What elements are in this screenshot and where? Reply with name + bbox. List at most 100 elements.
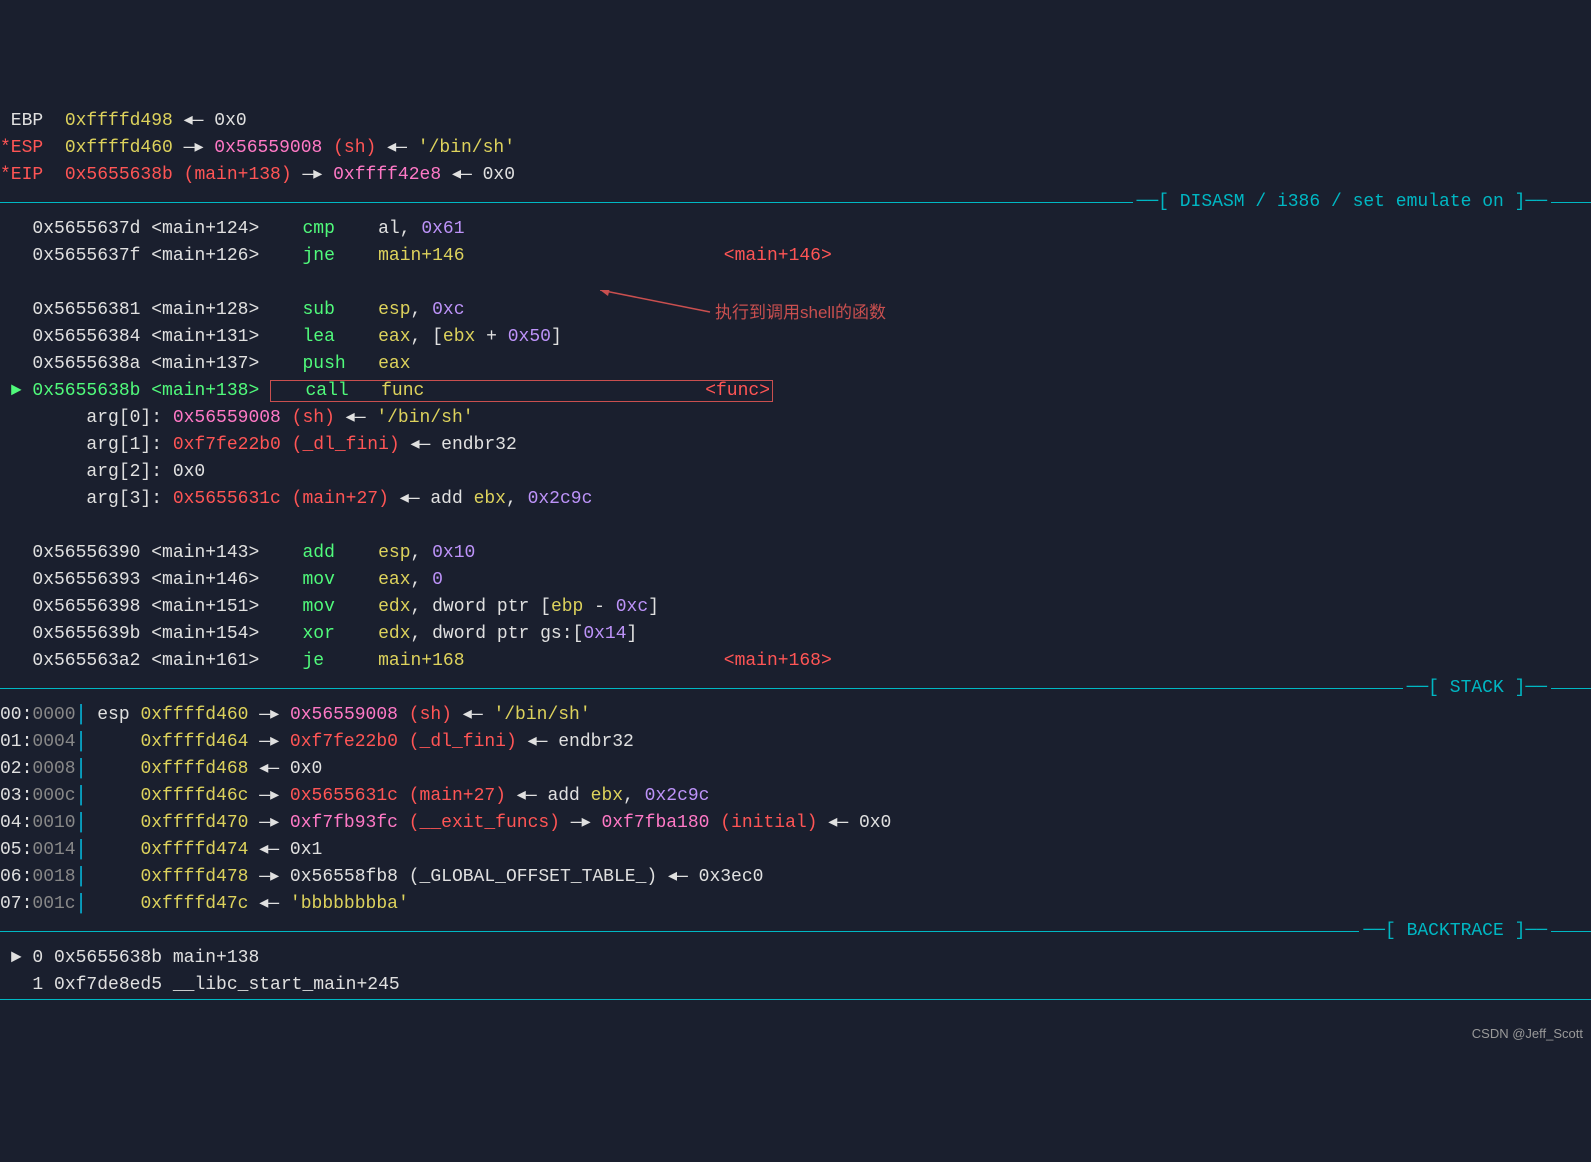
stack-hex: 0018 [32, 867, 75, 887]
stack-line: 01:0004│ 0xffffd464 —▸ 0xf7fe22b0 (_dl_f… [0, 729, 1591, 756]
stack-offset: 06: [0, 867, 32, 887]
reg-esp-addr: 0xffffd460 [65, 138, 173, 158]
disasm-line: 0x5655638a <main+137> push eax [0, 351, 1591, 378]
stack-addr: 0xffffd474 [140, 840, 248, 860]
disasm-addr: 0x56556381 [32, 300, 140, 320]
stack-hex: 0010 [32, 813, 75, 833]
disasm-addr: 0x5655638a [32, 354, 140, 374]
mnemonic: je [259, 651, 378, 671]
backtrace-line: 1 0xf7de8ed5 __libc_start_main+245 [0, 972, 1591, 999]
reg-esp-ptr: 0x56559008 [214, 138, 322, 158]
disasm-addr: 0x56556393 [32, 570, 140, 590]
disasm-addr: 0x5655637d [32, 219, 140, 239]
stack-addr: 0xffffd464 [140, 732, 248, 752]
disasm-line: 0x5655639b <main+154> xor edx, dword ptr… [0, 621, 1591, 648]
bt-sym: __libc_start_main+245 [173, 975, 400, 995]
call-func-box: call func <func> [270, 380, 773, 402]
disasm-sym: <main+138> [140, 381, 259, 401]
mnemonic: cmp [259, 219, 378, 239]
bt-addr: 0xf7de8ed5 [43, 975, 173, 995]
disasm-sym: <main+143> [140, 543, 259, 563]
stack-offset: 03: [0, 786, 32, 806]
mnemonic: sub [259, 300, 378, 320]
stack-line: 05:0014│ 0xffffd474 ◂— 0x1 [0, 837, 1591, 864]
disasm-sym: <main+151> [140, 597, 259, 617]
mnemonic: push [259, 354, 378, 374]
stack-line: 03:000c│ 0xffffd46c —▸ 0x5655631c (main+… [0, 783, 1591, 810]
bt-addr: 0x5655638b [43, 948, 173, 968]
disasm-sym: <main+128> [140, 300, 259, 320]
stack-line: 07:001c│ 0xffffd47c ◂— 'bbbbbbbba' [0, 891, 1591, 918]
bt-index: 1 [32, 975, 43, 995]
register-ebp: EBP 0xffffd498 ◂— 0x0 [0, 108, 1591, 135]
disasm-addr: 0x565563a2 [32, 651, 140, 671]
disasm-arg-line: arg[3]: 0x5655631c (main+27) ◂— add ebx,… [0, 486, 1591, 513]
disasm-line: 0x565563a2 <main+161> je main+168 <main+… [0, 648, 1591, 675]
blank-line [0, 513, 1591, 540]
watermark: CSDN @Jeff_Scott [1472, 1024, 1583, 1044]
disasm-sym: <main+137> [140, 354, 259, 374]
disasm-sym: <main+124> [140, 219, 259, 239]
disasm-arg-line: arg[1]: 0xf7fe22b0 (_dl_fini) ◂— endbr32 [0, 432, 1591, 459]
stack-hex: 001c [32, 894, 75, 914]
disasm-sym: <main+146> [140, 570, 259, 590]
section-disasm-header: ──[ DISASM / i386 / set emulate on ]── [0, 189, 1591, 216]
stack-addr: 0xffffd46c [140, 786, 248, 806]
disasm-addr: 0x56556390 [32, 543, 140, 563]
bt-marker: ► [0, 948, 32, 968]
bt-marker [0, 975, 32, 995]
disasm-line: 0x56556393 <main+146> mov eax, 0 [0, 567, 1591, 594]
stack-hex: 0008 [32, 759, 75, 779]
stack-addr: 0xffffd460 [140, 705, 248, 725]
terminal-output: EBP 0xffffd498 ◂— 0x0*ESP 0xffffd460 —▸ … [0, 108, 1591, 1000]
mnemonic: lea [259, 327, 378, 347]
mnemonic: call [273, 381, 381, 401]
disasm-addr: 0x5655638b [32, 381, 140, 401]
disasm-sym: <main+154> [140, 624, 259, 644]
backtrace-line: ► 0 0x5655638b main+138 [0, 945, 1591, 972]
reg-ebp-addr: 0xffffd498 [65, 111, 173, 131]
disasm-arg-line: arg[2]: 0x0 [0, 459, 1591, 486]
mnemonic: jne [259, 246, 378, 266]
current-line-marker: ► [0, 381, 32, 401]
reg-eip-addr: 0x5655638b [65, 165, 173, 185]
mnemonic: mov [259, 597, 378, 617]
mnemonic: mov [259, 570, 378, 590]
disasm-current-line: ► 0x5655638b <main+138> call func <func> [0, 378, 1591, 405]
disasm-sym: <main+126> [140, 246, 259, 266]
reg-ebp-label: EBP [0, 111, 65, 131]
register-eip: *EIP 0x5655638b (main+138) —▸ 0xffff42e8… [0, 162, 1591, 189]
disasm-sym: <main+131> [140, 327, 259, 347]
reg-eip-ptr: 0xffff42e8 [333, 165, 441, 185]
reg-esp-label: *ESP [0, 138, 65, 158]
stack-addr: 0xffffd470 [140, 813, 248, 833]
stack-offset: 02: [0, 759, 32, 779]
disasm-sym: <main+161> [140, 651, 259, 671]
stack-addr: 0xffffd47c [140, 894, 248, 914]
reg-ebp-val: 0x0 [214, 111, 246, 131]
disasm-addr: 0x56556398 [32, 597, 140, 617]
mnemonic: xor [259, 624, 378, 644]
stack-offset: 04: [0, 813, 32, 833]
section-backtrace-header: ──[ BACKTRACE ]── [0, 918, 1591, 945]
stack-offset: 07: [0, 894, 32, 914]
disasm-addr: 0x56556384 [32, 327, 140, 347]
disasm-line: 0x56556390 <main+143> add esp, 0x10 [0, 540, 1591, 567]
stack-addr: 0xffffd468 [140, 759, 248, 779]
disasm-addr: 0x5655637f [32, 246, 140, 266]
register-esp: *ESP 0xffffd460 —▸ 0x56559008 (sh) ◂— '/… [0, 135, 1591, 162]
annotation-callout: 执行到调用shell的函数 [600, 290, 740, 330]
stack-line: 02:0008│ 0xffffd468 ◂— 0x0 [0, 756, 1591, 783]
reg-eip-label: *EIP [0, 165, 65, 185]
bt-sym: main+138 [173, 948, 259, 968]
section-stack-header: ──[ STACK ]── [0, 675, 1591, 702]
stack-hex: 0000 [32, 705, 75, 725]
disasm-line: 0x56556384 <main+131> lea eax, [ebx + 0x… [0, 324, 1591, 351]
stack-hex: 000c [32, 786, 75, 806]
stack-reg: esp [97, 705, 140, 725]
reg-esp-str: '/bin/sh' [418, 138, 515, 158]
bt-index: 0 [32, 948, 43, 968]
stack-hex: 0004 [32, 732, 75, 752]
disasm-line: 0x56556398 <main+151> mov edx, dword ptr… [0, 594, 1591, 621]
stack-offset: 01: [0, 732, 32, 752]
